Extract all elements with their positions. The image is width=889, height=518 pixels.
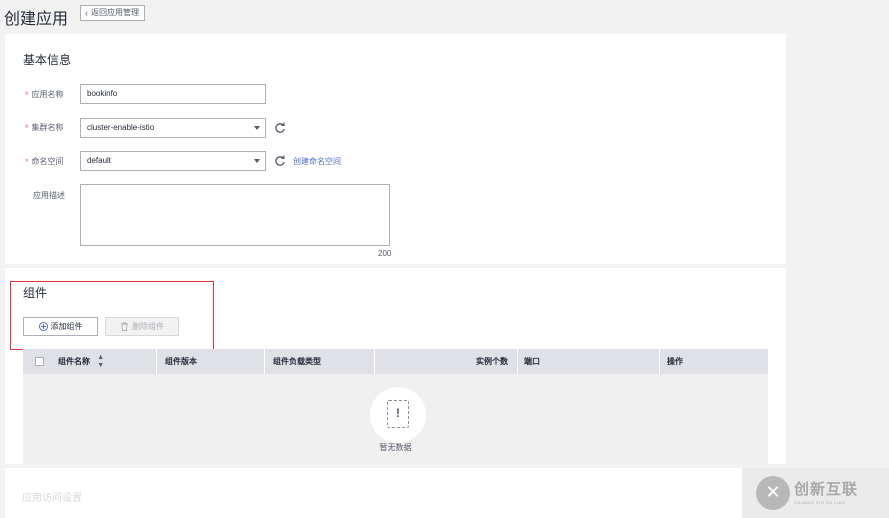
column-header-instance-count: 实例个数 — [476, 357, 508, 366]
required-mark: * — [25, 89, 29, 100]
column-divider — [156, 349, 157, 374]
access-settings-title: 应用访问设置 — [22, 493, 82, 504]
empty-document-icon: ! — [387, 400, 409, 428]
required-mark: * — [25, 156, 29, 167]
column-header-version: 组件版本 — [165, 357, 197, 366]
namespace-label: * 命名空间 — [25, 156, 64, 167]
column-header-port: 端口 — [524, 357, 540, 366]
components-table-body: ! 暂无数据 — [23, 374, 768, 464]
description-textarea[interactable] — [80, 184, 390, 246]
plus-circle-icon — [38, 322, 48, 331]
app-name-label: * 应用名称 — [25, 89, 64, 100]
back-button-label: 返回应用管理 — [91, 8, 139, 17]
sort-icon[interactable]: ▲ ▼ — [97, 354, 104, 370]
add-component-button[interactable]: 添加组件 — [23, 317, 98, 336]
caret-down-icon — [254, 159, 260, 163]
empty-state-text: 暂无数据 — [379, 443, 412, 452]
components-table-header: 组件名称 ▲ ▼ 组件版本 组件负载类型 实例个数 端口 操作 — [23, 349, 768, 374]
watermark-logo-icon: ✕ — [756, 476, 790, 510]
refresh-icon[interactable] — [274, 122, 286, 134]
components-title: 组件 — [23, 286, 48, 300]
select-all-checkbox[interactable] — [35, 357, 44, 366]
delete-component-button[interactable]: 删除组件 — [105, 317, 179, 336]
column-header-workload-type: 组件负载类型 — [273, 357, 321, 366]
column-header-actions: 操作 — [667, 357, 683, 366]
app-name-input[interactable]: bookinfo — [80, 84, 266, 104]
empty-state-icon: ! — [370, 387, 426, 443]
description-char-count: 200 — [378, 249, 392, 258]
column-divider — [517, 349, 518, 374]
watermark-subtitle: CHUANG XIN HU LIAN — [794, 500, 846, 505]
cluster-label: * 集群名称 — [25, 122, 64, 133]
cluster-select-value: cluster-enable-istio — [87, 123, 155, 132]
column-header-name[interactable]: 组件名称 ▲ ▼ — [58, 349, 104, 374]
cluster-select[interactable]: cluster-enable-istio — [80, 118, 266, 138]
required-mark: * — [25, 122, 29, 133]
column-divider — [374, 349, 375, 374]
namespace-select-value: default — [87, 156, 112, 165]
create-namespace-link[interactable]: 创建命名空间 — [293, 156, 341, 167]
page-title: 创建应用 — [4, 11, 69, 28]
watermark: ✕ 创新互联 CHUANG XIN HU LIAN — [742, 468, 889, 518]
description-label: 应用描述 — [33, 191, 65, 200]
column-divider — [659, 349, 660, 374]
watermark-title: 创新互联 — [794, 481, 859, 498]
namespace-select[interactable]: default — [80, 151, 266, 171]
chevron-left-icon: ‹ — [85, 8, 88, 18]
access-settings-card — [5, 468, 742, 518]
back-to-app-management-button[interactable]: ‹ 返回应用管理 — [80, 5, 145, 21]
basic-info-title: 基本信息 — [23, 53, 72, 67]
caret-down-icon — [254, 126, 260, 130]
column-divider — [264, 349, 265, 374]
refresh-icon[interactable] — [274, 155, 286, 167]
trash-icon — [121, 322, 128, 331]
